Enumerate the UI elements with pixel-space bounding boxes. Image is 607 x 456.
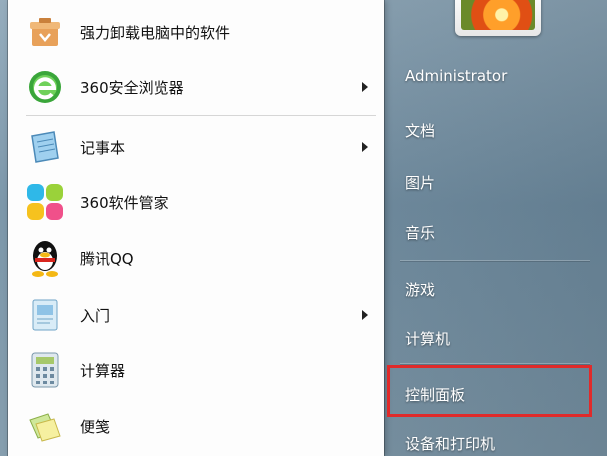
program-item-calculator[interactable]: 计算器: [8, 343, 384, 397]
right-link-documents[interactable]: 文档: [405, 120, 435, 141]
getting-started-icon: [25, 295, 65, 335]
separator: [400, 260, 590, 261]
program-label: 腾讯QQ: [80, 249, 134, 268]
right-link-username[interactable]: Administrator: [405, 67, 507, 85]
program-item-getting-started[interactable]: 入门: [8, 288, 384, 342]
flower-picture-icon: [461, 0, 535, 30]
program-item-360-browser[interactable]: 360安全浏览器: [8, 60, 384, 114]
program-item-qq[interactable]: 腾讯QQ: [8, 231, 384, 285]
right-link-devices-printers[interactable]: 设备和打印机: [405, 433, 495, 454]
submenu-arrow-icon[interactable]: [362, 82, 368, 92]
program-label: 强力卸载电脑中的软件: [80, 23, 231, 42]
program-label: 入门: [80, 306, 111, 325]
program-label: 记事本: [80, 138, 126, 157]
start-menu-program-list: 强力卸载电脑中的软件 360安全浏览器 记事本 360软件管家 腾讯QQ 入门 …: [8, 0, 384, 456]
right-link-computer[interactable]: 计算机: [405, 328, 450, 349]
360-software-manager-icon: [25, 182, 65, 222]
program-label: 360软件管家: [80, 193, 169, 212]
program-label: 便笺: [80, 417, 111, 436]
program-item-360-software-manager[interactable]: 360软件管家: [8, 175, 384, 229]
submenu-arrow-icon[interactable]: [362, 142, 368, 152]
360-browser-icon: [25, 67, 65, 107]
program-item-sticky-notes[interactable]: 便笺: [8, 399, 384, 453]
sticky-notes-icon: [25, 406, 65, 446]
notepad-icon: [25, 127, 65, 167]
program-item-uninstall[interactable]: 强力卸载电脑中的软件: [8, 5, 384, 59]
qq-penguin-icon: [25, 238, 65, 278]
control-panel-highlight-box: [387, 365, 592, 417]
uninstall-box-icon: [25, 12, 65, 52]
user-avatar[interactable]: [455, 0, 541, 36]
program-label: 计算器: [80, 361, 126, 380]
right-link-games[interactable]: 游戏: [405, 279, 435, 300]
right-link-music[interactable]: 音乐: [405, 222, 435, 243]
separator: [26, 115, 376, 116]
program-item-notepad[interactable]: 记事本: [8, 120, 384, 174]
submenu-arrow-icon[interactable]: [362, 310, 368, 320]
separator: [400, 363, 590, 364]
right-link-pictures[interactable]: 图片: [405, 172, 435, 193]
program-label: 360安全浏览器: [80, 78, 184, 97]
calculator-icon: [25, 350, 65, 390]
